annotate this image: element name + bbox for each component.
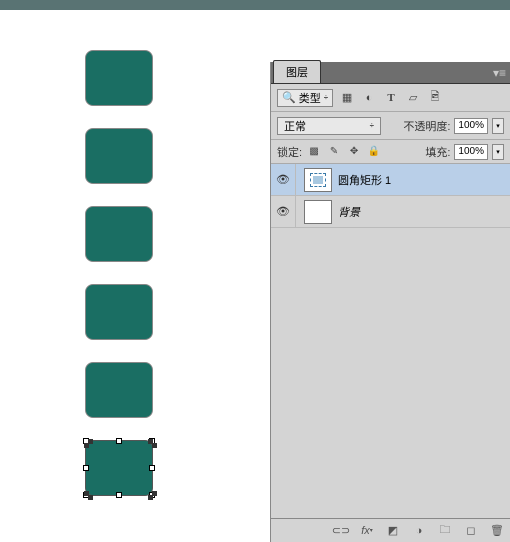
lock-position-icon[interactable]: ✥ [346, 144, 362, 160]
search-icon: 🔍 [282, 91, 296, 104]
filter-type-label: 类型 [299, 90, 321, 106]
filter-adjustment-icon[interactable]: ◐ [361, 90, 377, 106]
eye-icon: 👁 [276, 205, 290, 218]
tab-layers[interactable]: 图层 [273, 60, 321, 83]
layer-row[interactable]: 👁 背景 [271, 196, 510, 228]
opacity-flyout[interactable]: ▾ [492, 118, 504, 134]
delete-layer-icon[interactable]: 🗑 [490, 524, 504, 538]
new-layer-icon[interactable]: ◻ [464, 524, 478, 538]
path-anchor[interactable] [148, 495, 153, 500]
blend-mode-dropdown[interactable]: 正常 ÷ [277, 117, 381, 135]
layer-thumbnail[interactable] [304, 168, 332, 192]
fill-flyout[interactable]: ▾ [492, 144, 504, 160]
rounded-rectangle-shape[interactable] [85, 440, 153, 496]
chevron-down-icon: ÷ [324, 93, 328, 102]
lock-all-icon[interactable]: 🔒 [366, 144, 382, 160]
layer-bottom-toolbar: ⊂⊃ fx▾ ◩ ◑ 🗀 ◻ 🗑 [271, 518, 510, 542]
layer-thumbnail[interactable] [304, 200, 332, 224]
layer-name-label[interactable]: 背景 [338, 204, 510, 220]
blend-mode-value: 正常 [284, 118, 306, 134]
path-anchor[interactable] [152, 443, 157, 448]
adjustment-layer-icon[interactable]: ◑ [412, 524, 426, 538]
rounded-rectangle-shape[interactable] [85, 362, 153, 418]
rounded-rectangle-shape[interactable] [85, 128, 153, 184]
filter-smart-icon[interactable]: 🖻 [427, 90, 443, 106]
layer-visibility-toggle[interactable]: 👁 [271, 205, 295, 218]
layer-filter-row: 🔍 类型 ÷ ▦ ◐ T ▱ 🖻 [271, 84, 510, 112]
layer-mask-icon[interactable]: ◩ [386, 524, 400, 538]
transform-handle[interactable] [116, 492, 122, 498]
panel-tab-bar: 图层 ▾≡ [271, 62, 510, 84]
filter-type-icon[interactable]: T [383, 90, 399, 106]
path-anchor[interactable] [88, 495, 93, 500]
divider [295, 164, 296, 195]
filter-shape-icon[interactable]: ▱ [405, 90, 421, 106]
layers-panel: 图层 ▾≡ 🔍 类型 ÷ ▦ ◐ T ▱ 🖻 正常 ÷ 不透明度: 100% ▾… [270, 62, 510, 542]
opacity-label: 不透明度: [403, 118, 450, 134]
layer-fx-icon[interactable]: fx▾ [360, 524, 374, 538]
divider [295, 196, 296, 227]
lock-pixels-icon[interactable]: ✎ [326, 144, 342, 160]
layer-group-icon[interactable]: 🗀 [438, 524, 452, 538]
lock-label: 锁定: [277, 144, 302, 160]
path-anchor[interactable] [84, 443, 89, 448]
opacity-input[interactable]: 100% [454, 118, 488, 134]
layer-list[interactable]: 👁 圆角矩形 1 👁 背景 [271, 164, 510, 518]
chevron-down-icon: ÷ [370, 121, 374, 130]
transform-handle[interactable] [149, 465, 155, 471]
transform-handle[interactable] [83, 465, 89, 471]
transform-handle[interactable] [116, 438, 122, 444]
layer-visibility-toggle[interactable]: 👁 [271, 173, 295, 186]
lock-row: 锁定: ▩ ✎ ✥ 🔒 填充: 100% ▾ [271, 140, 510, 164]
panel-menu-icon[interactable]: ▾≡ [493, 66, 506, 80]
filter-pixel-icon[interactable]: ▦ [339, 90, 355, 106]
rounded-rectangle-shape[interactable] [85, 50, 153, 106]
layer-name-label[interactable]: 圆角矩形 1 [338, 172, 510, 188]
fill-input[interactable]: 100% [454, 144, 488, 160]
link-layers-icon[interactable]: ⊂⊃ [334, 524, 348, 538]
eye-icon: 👁 [276, 173, 290, 186]
layer-row[interactable]: 👁 圆角矩形 1 [271, 164, 510, 196]
fill-label: 填充: [425, 144, 450, 160]
blend-row: 正常 ÷ 不透明度: 100% ▾ [271, 112, 510, 140]
lock-transparency-icon[interactable]: ▩ [306, 144, 322, 160]
rounded-rectangle-shape[interactable] [85, 206, 153, 262]
filter-type-dropdown[interactable]: 🔍 类型 ÷ [277, 89, 333, 107]
rounded-rectangle-shape[interactable] [85, 284, 153, 340]
